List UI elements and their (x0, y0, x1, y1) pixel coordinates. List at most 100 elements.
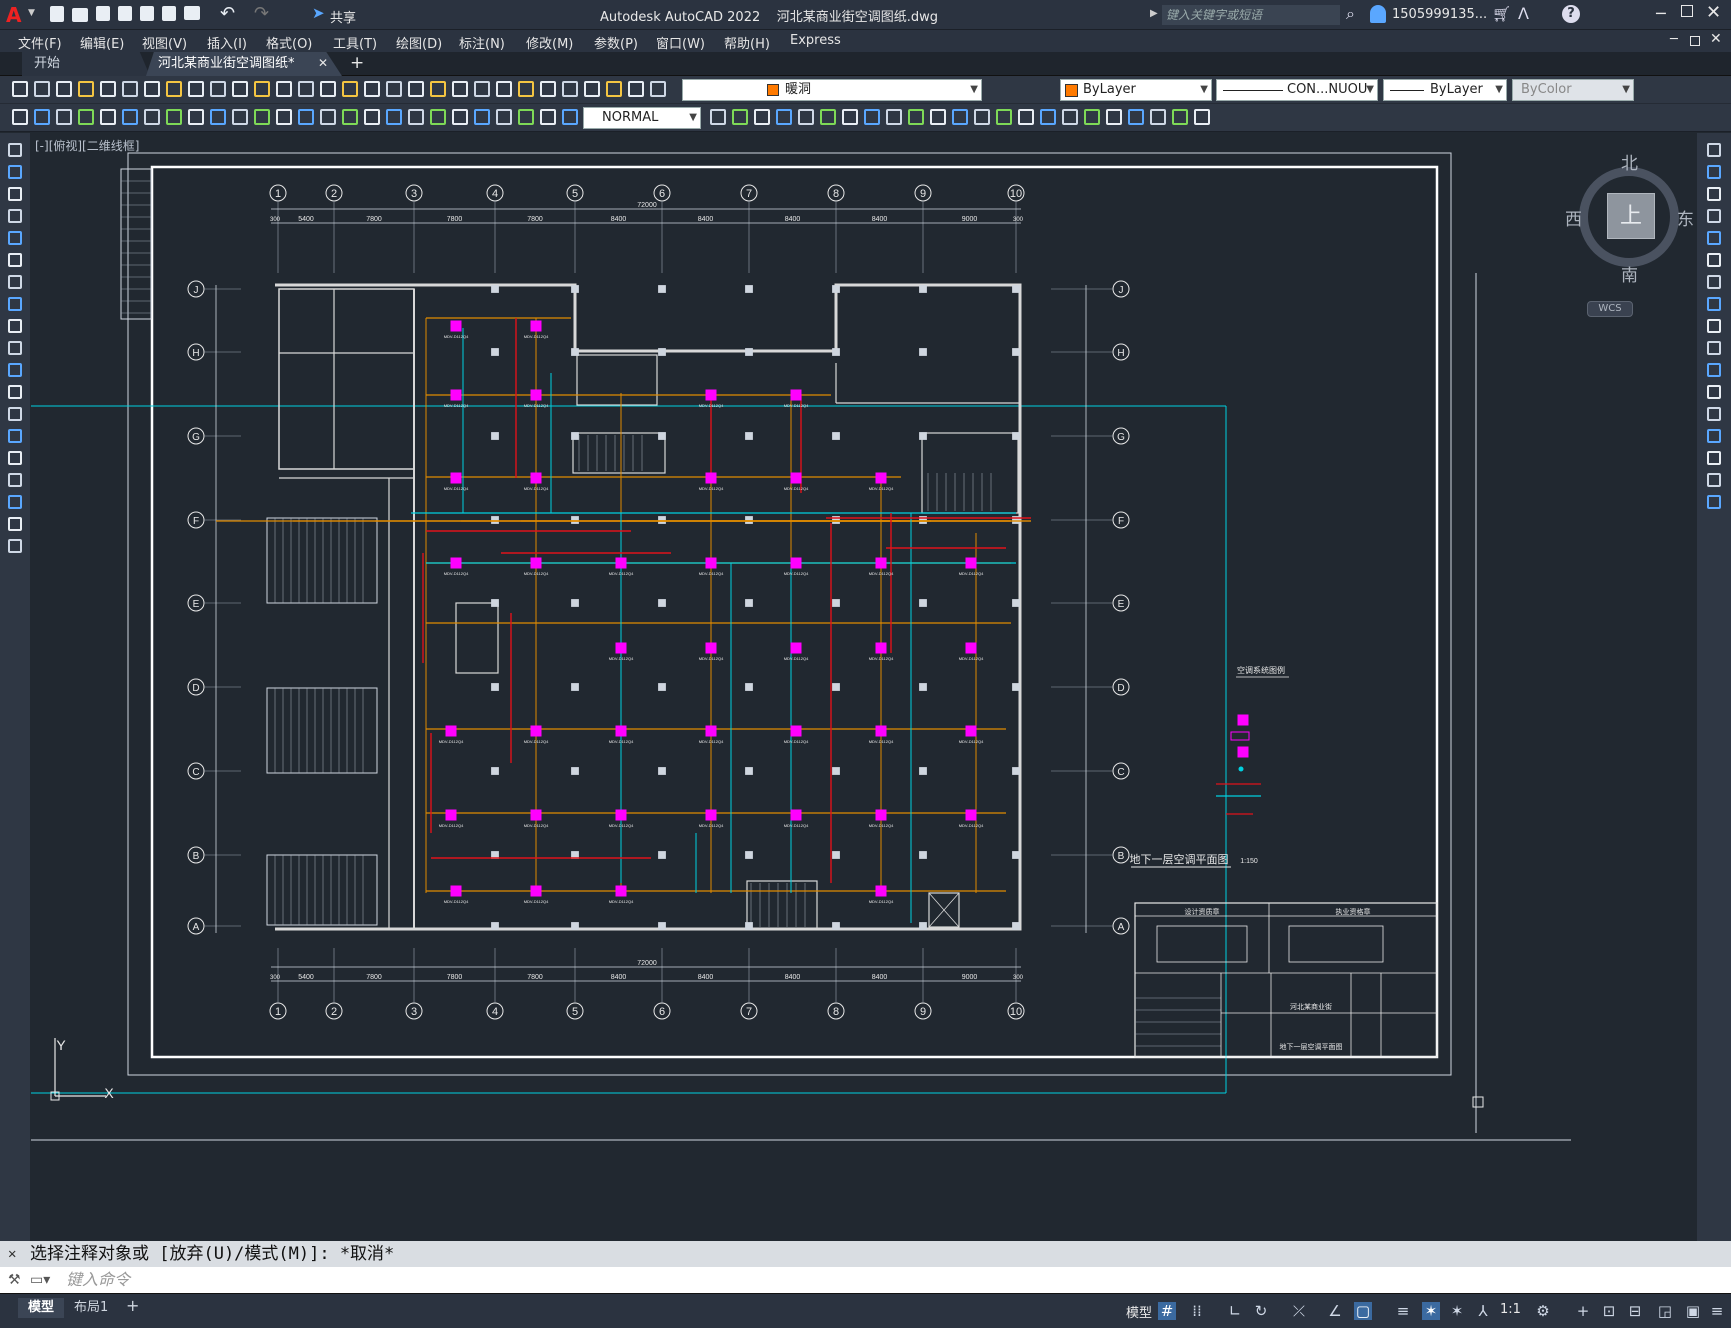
osnap-tracking-icon[interactable]: ⤫ (1290, 1302, 1308, 1320)
open-file-icon[interactable] (72, 8, 88, 22)
standard-toolbar-button-22-icon[interactable] (474, 81, 490, 97)
toolbar-row2-button-3-icon[interactable] (56, 109, 72, 125)
toolbar-row2-button-42-icon[interactable] (1040, 109, 1056, 125)
grid-icon[interactable]: # (1158, 1302, 1176, 1320)
viewcube-east[interactable]: 东 (1677, 205, 1694, 230)
standard-toolbar-button-2-icon[interactable] (34, 81, 50, 97)
toolbar-row2-button-37-icon[interactable] (930, 109, 946, 125)
standard-toolbar-button-17-icon[interactable] (364, 81, 380, 97)
toolbar-row2-button-26-icon[interactable] (562, 109, 578, 125)
standard-toolbar-button-12-icon[interactable] (254, 81, 270, 97)
standard-toolbar-button-26-icon[interactable] (562, 81, 578, 97)
linetype-dropdown[interactable]: CON...NUOU ▼ (1216, 79, 1378, 101)
add-layout-icon[interactable]: + (126, 1296, 139, 1315)
annotation-monitor-icon[interactable]: + (1574, 1302, 1592, 1320)
toolbar-row2-button-39-icon[interactable] (974, 109, 990, 125)
lineweight-dropdown[interactable]: ByLayer ▼ (1383, 79, 1507, 101)
draw-tool-8-icon[interactable] (8, 297, 22, 311)
app-logo-icon[interactable]: A (6, 4, 28, 26)
standard-toolbar-button-1-icon[interactable] (12, 81, 28, 97)
draw-tool-1-icon[interactable] (8, 143, 22, 157)
standard-toolbar-button-16-icon[interactable] (342, 81, 358, 97)
modify-tool-10-icon[interactable] (1707, 341, 1721, 355)
toolbar-row2-button-21-icon[interactable] (452, 109, 468, 125)
toolbar-row2-button-32-icon[interactable] (820, 109, 836, 125)
toolbar-row2-button-15-icon[interactable] (320, 109, 336, 125)
toolbar-row2-button-17-icon[interactable] (364, 109, 380, 125)
draw-tool-7-icon[interactable] (8, 275, 22, 289)
modify-tool-14-icon[interactable] (1707, 429, 1721, 443)
standard-toolbar-button-3-icon[interactable] (56, 81, 72, 97)
modify-tool-8-icon[interactable] (1707, 297, 1721, 311)
modify-tool-11-icon[interactable] (1707, 363, 1721, 377)
toolbar-row2-button-14-icon[interactable] (298, 109, 314, 125)
tab-close-icon[interactable]: ✕ (318, 56, 328, 70)
workspace-gear-icon[interactable]: ⚙ (1534, 1302, 1552, 1320)
toolbar-row2-button-8-icon[interactable] (166, 109, 182, 125)
draw-tool-16-icon[interactable] (8, 473, 22, 487)
toolbar-row2-button-24-icon[interactable] (518, 109, 534, 125)
menu-tools[interactable]: 工具(T) (333, 33, 377, 52)
command-prompt-icon[interactable]: ▭▾ (30, 1267, 50, 1293)
menu-dimension[interactable]: 标注(N) (459, 33, 505, 52)
user-icon[interactable] (1370, 5, 1386, 23)
toolbar-row2-button-22-icon[interactable] (474, 109, 490, 125)
standard-toolbar-button-24-icon[interactable] (518, 81, 534, 97)
viewcube-top-face[interactable]: 上 (1607, 193, 1655, 239)
tab-start[interactable]: 开始 (22, 52, 150, 76)
doc-close-icon[interactable]: ✕ (1710, 31, 1722, 47)
standard-toolbar-button-19-icon[interactable] (408, 81, 424, 97)
modify-tool-16-icon[interactable] (1707, 473, 1721, 487)
search-expand-icon[interactable]: ▶ (1150, 8, 1158, 19)
autodesk-a360-icon[interactable]: Ʌ (1518, 4, 1529, 23)
menu-view[interactable]: 视图(V) (142, 33, 187, 52)
toolbar-row2-button-38-icon[interactable] (952, 109, 968, 125)
draw-tool-19-icon[interactable] (8, 539, 22, 553)
toolbar-row2-button-46-icon[interactable] (1128, 109, 1144, 125)
cart-icon[interactable]: 🛒︎ (1492, 5, 1511, 23)
viewcube-north[interactable]: 北 (1621, 149, 1638, 174)
menu-window[interactable]: 窗口(W) (656, 33, 705, 52)
toolbar-row2-button-34-icon[interactable] (864, 109, 880, 125)
annotation-scale-value[interactable]: 1:1 (1500, 1302, 1521, 1317)
toolbar-row2-button-10-icon[interactable] (210, 109, 226, 125)
draw-tool-18-icon[interactable] (8, 517, 22, 531)
draw-tool-2-icon[interactable] (8, 165, 22, 179)
toolbar-row2-button-6-icon[interactable] (122, 109, 138, 125)
toolbar-row2-button-12-icon[interactable] (254, 109, 270, 125)
viewcube[interactable]: 上 北 南 西 东 (1565, 153, 1695, 286)
dimstyle-dropdown[interactable]: NORMAL ▼ (583, 107, 701, 129)
modify-tool-1-icon[interactable] (1707, 143, 1721, 157)
modify-tool-17-icon[interactable] (1707, 495, 1721, 509)
standard-toolbar-button-5-icon[interactable] (100, 81, 116, 97)
modify-tool-5-icon[interactable] (1707, 231, 1721, 245)
toolbar-row2-button-2-icon[interactable] (34, 109, 50, 125)
wcs-menu[interactable]: WCS (1587, 301, 1633, 317)
toolbar-row2-button-36-icon[interactable] (908, 109, 924, 125)
menu-draw[interactable]: 绘图(D) (396, 33, 442, 52)
undo-icon[interactable]: ↶ (220, 3, 235, 24)
draw-tool-11-icon[interactable] (8, 363, 22, 377)
standard-toolbar-button-29-icon[interactable] (628, 81, 644, 97)
command-input[interactable]: 键入命令 (66, 1267, 130, 1293)
toolbar-row2-button-20-icon[interactable] (430, 109, 446, 125)
app-menu-arrow-icon[interactable]: ▼ (28, 8, 35, 18)
toolbar-row2-button-28-icon[interactable] (732, 109, 748, 125)
toolbar-row2-button-25-icon[interactable] (540, 109, 556, 125)
menu-express[interactable]: Express (790, 33, 841, 48)
command-close-icon[interactable]: ✕ (8, 1241, 16, 1267)
minimize-icon[interactable]: ─ (1656, 4, 1666, 23)
customization-icon[interactable]: ≡ (1708, 1302, 1726, 1320)
lineweight-icon[interactable]: ≡ (1394, 1302, 1412, 1320)
modify-tool-6-icon[interactable] (1707, 253, 1721, 267)
toolbar-row2-button-29-icon[interactable] (754, 109, 770, 125)
share-icon[interactable]: ➤ (312, 4, 325, 22)
toolbar-row2-button-27-icon[interactable] (710, 109, 726, 125)
menu-modify[interactable]: 修改(M) (526, 33, 573, 52)
toolbar-row2-button-13-icon[interactable] (276, 109, 292, 125)
fullscreen-icon[interactable]: ▣ (1684, 1302, 1702, 1320)
modify-tool-9-icon[interactable] (1707, 319, 1721, 333)
toolbar-row2-button-30-icon[interactable] (776, 109, 792, 125)
toolbar-row2-button-1-icon[interactable] (12, 109, 28, 125)
draw-tool-12-icon[interactable] (8, 385, 22, 399)
